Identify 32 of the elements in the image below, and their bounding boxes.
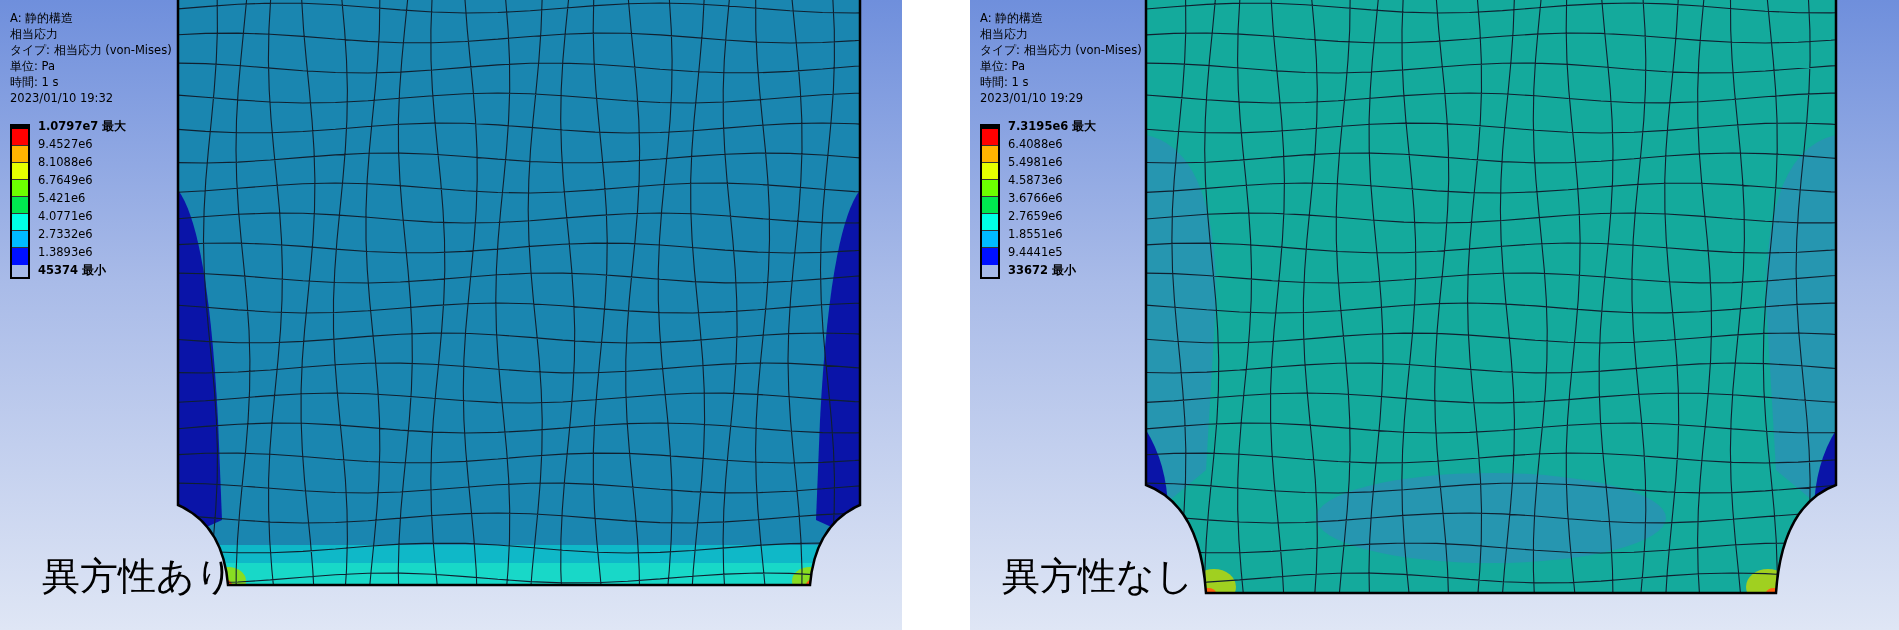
scale-value-label: 2.7659e6 <box>1008 208 1064 225</box>
scale-value-label: 9.4441e5 <box>1008 244 1064 261</box>
scale-value-label: 8.1088e6 <box>38 154 94 171</box>
result-info: 時間: 1 s <box>10 74 60 90</box>
result-info: タイプ: 相当応力 (von-Mises) <box>980 42 1143 58</box>
result-info: 相当応力 <box>10 26 59 42</box>
result-info: 時間: 1 s <box>980 74 1030 90</box>
scale-value-label: 9.4527e6 <box>38 136 94 153</box>
min-value-label: 45374 最小 <box>38 262 107 279</box>
result-title: A: 静的構造 <box>980 10 1045 26</box>
scale-value-label: 5.421e6 <box>38 190 87 207</box>
result-info: 2023/01/10 19:29 <box>980 90 1085 106</box>
result-info: 2023/01/10 19:32 <box>10 90 115 106</box>
max-value-label: 7.3195e6 最大 <box>1008 118 1097 135</box>
scale-value-label: 6.7649e6 <box>38 172 94 189</box>
result-title: A: 静的構造 <box>10 10 75 26</box>
result-info: タイプ: 相当応力 (von-Mises) <box>10 42 173 58</box>
result-info: 単位: Pa <box>980 58 1026 74</box>
panel-caption: 異方性なし <box>1001 553 1195 600</box>
scale-value-label: 6.4088e6 <box>1008 136 1064 153</box>
max-value-label: 1.0797e7 最大 <box>38 118 127 135</box>
min-value-label: 33672 最小 <box>1008 262 1077 279</box>
scale-value-label: 1.8551e6 <box>1008 226 1064 243</box>
scale-value-label: 3.6766e6 <box>1008 190 1064 207</box>
scale-value-label: 5.4981e6 <box>1008 154 1064 171</box>
panel-caption: 異方性あり <box>41 553 235 600</box>
result-info: 相当応力 <box>980 26 1029 42</box>
scale-value-label: 2.7332e6 <box>38 226 94 243</box>
scale-value-label: 4.5873e6 <box>1008 172 1064 189</box>
scale-value-label: 4.0771e6 <box>38 208 94 225</box>
result-info: 単位: Pa <box>10 58 56 74</box>
scale-value-label: 1.3893e6 <box>38 244 94 261</box>
